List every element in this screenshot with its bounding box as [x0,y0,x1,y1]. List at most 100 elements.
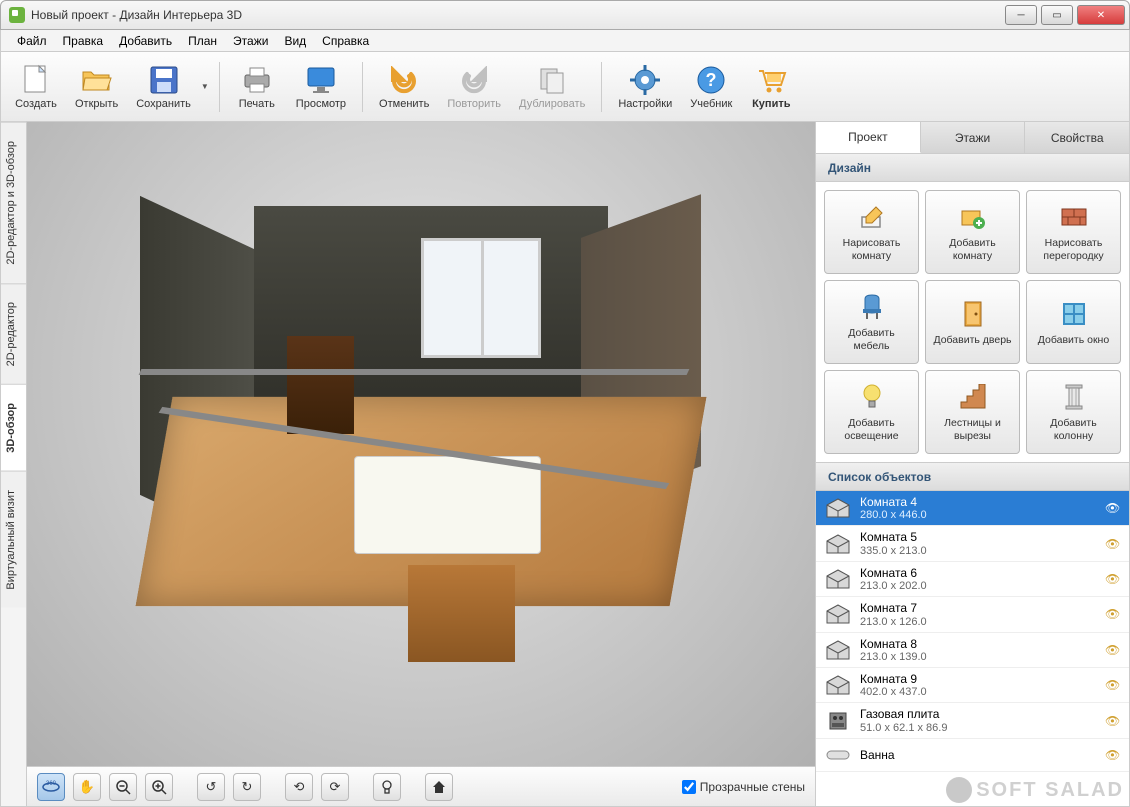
room-3d-scene [87,162,755,706]
object-dimensions: 213.0 x 139.0 [860,651,1105,663]
save-button[interactable]: Сохранить [130,60,197,114]
object-name: Газовая плита [860,707,1105,721]
object-row[interactable]: Комната 4280.0 x 446.0👁 [816,491,1129,526]
redo-button[interactable]: Повторить [441,60,507,114]
zoom-out-button[interactable] [109,773,137,801]
object-row[interactable]: Комната 9402.0 x 437.0👁 [816,668,1129,703]
tutorial-button[interactable]: ? Учебник [684,60,738,114]
column-icon [1058,381,1090,413]
object-row[interactable]: Комната 6213.0 x 202.0👁 [816,562,1129,597]
new-file-icon [20,64,52,96]
orbit-left-button[interactable]: ⟲ [285,773,313,801]
menu-add[interactable]: Добавить [111,32,180,50]
menu-floors[interactable]: Этажи [225,32,276,50]
add-lighting-button[interactable]: Добавить освещение [824,370,919,454]
visibility-eye-icon[interactable]: 👁 [1105,643,1121,657]
object-name: Комната 7 [860,601,1105,615]
create-button[interactable]: Создать [9,60,63,114]
vtab-2d-3d[interactable]: 2D-редактор и 3D-обзор [1,122,26,283]
pan-button[interactable]: ✋ [73,773,101,801]
object-name: Комната 8 [860,637,1105,651]
pencil-room-icon [856,201,888,233]
visibility-eye-icon[interactable]: 👁 [1105,748,1121,762]
menu-edit[interactable]: Правка [55,32,112,50]
menu-help[interactable]: Справка [314,32,377,50]
zoom-in-button[interactable] [145,773,173,801]
object-name: Ванна [860,748,1105,762]
undo-button[interactable]: Отменить [373,60,435,114]
printer-icon [241,64,273,96]
maximize-button[interactable]: ▭ [1041,5,1073,25]
draw-room-button[interactable]: Нарисовать комнату [824,190,919,274]
rotate-cw-button[interactable]: ↻ [233,773,261,801]
chair-icon [856,291,888,323]
settings-button[interactable]: Настройки [612,60,678,114]
visibility-eye-icon[interactable]: 👁 [1105,572,1121,586]
visibility-eye-icon[interactable]: 👁 [1105,678,1121,692]
toolbar-separator [362,62,363,112]
lightbulb-icon [856,381,888,413]
orbit-right-button[interactable]: ⟳ [321,773,349,801]
orbit-360-button[interactable]: 360 [37,773,65,801]
transparent-walls-input[interactable] [682,780,696,794]
save-icon [148,64,180,96]
rotate-ccw-button[interactable]: ↺ [197,773,225,801]
object-icon [824,743,852,767]
transparent-walls-checkbox[interactable]: Прозрачные стены [682,780,805,794]
print-button[interactable]: Печать [230,60,284,114]
menu-plan[interactable]: План [180,32,225,50]
buy-button[interactable]: Купить [744,60,798,114]
vtab-2d[interactable]: 2D-редактор [1,283,26,384]
stairs-cutouts-button[interactable]: Лестницы и вырезы [925,370,1020,454]
object-icon [824,602,852,626]
tab-floors[interactable]: Этажи [921,122,1026,153]
vtab-3d[interactable]: 3D-обзор [1,384,26,471]
save-dropdown-icon[interactable]: ▼ [201,82,209,91]
vtab-virtual[interactable]: Виртуальный визит [1,471,26,608]
object-list[interactable]: Комната 4280.0 x 446.0👁Комната 5335.0 x … [816,491,1129,806]
duplicate-button[interactable]: Дублировать [513,60,591,114]
object-name: Комната 5 [860,530,1105,544]
add-room-icon [957,201,989,233]
draw-partition-button[interactable]: Нарисовать перегородку [1026,190,1121,274]
add-column-button[interactable]: Добавить колонну [1026,370,1121,454]
right-tabs: Проект Этажи Свойства [816,122,1129,154]
add-door-button[interactable]: Добавить дверь [925,280,1020,364]
add-window-button[interactable]: Добавить окно [1026,280,1121,364]
menu-view[interactable]: Вид [276,32,314,50]
object-list-header: Список объектов [816,463,1129,491]
object-row[interactable]: Комната 7213.0 x 126.0👁 [816,597,1129,632]
viewport-toolbar: 360 ✋ ↺ ↻ ⟲ ⟳ Прозрачные стены [27,766,815,806]
window-buttons: ─ ▭ ✕ [1005,5,1129,25]
object-icon [824,673,852,697]
main-toolbar: Создать Открыть Сохранить ▼ Печать Просм… [0,52,1130,122]
toolbar-separator [219,62,220,112]
object-row[interactable]: Комната 5335.0 x 213.0👁 [816,526,1129,561]
close-button[interactable]: ✕ [1077,5,1125,25]
monitor-icon [305,64,337,96]
3d-viewport[interactable] [27,122,815,766]
visibility-eye-icon[interactable]: 👁 [1105,714,1121,728]
gear-icon [629,64,661,96]
tab-properties[interactable]: Свойства [1025,122,1129,153]
visibility-eye-icon[interactable]: 👁 [1105,501,1121,515]
tab-project[interactable]: Проект [816,122,921,153]
lighting-button[interactable] [373,773,401,801]
app-icon [9,7,25,23]
object-row[interactable]: Ванна👁 [816,739,1129,772]
menu-file[interactable]: Файл [9,32,55,50]
minimize-button[interactable]: ─ [1005,5,1037,25]
preview-button[interactable]: Просмотр [290,60,352,114]
add-furniture-button[interactable]: Добавить мебель [824,280,919,364]
object-row[interactable]: Комната 8213.0 x 139.0👁 [816,633,1129,668]
visibility-eye-icon[interactable]: 👁 [1105,537,1121,551]
stairs-icon [957,381,989,413]
home-view-button[interactable] [425,773,453,801]
object-name: Комната 6 [860,566,1105,580]
open-button[interactable]: Открыть [69,60,124,114]
svg-text:360: 360 [46,781,57,787]
visibility-eye-icon[interactable]: 👁 [1105,607,1121,621]
object-row[interactable]: Газовая плита51.0 x 62.1 x 86.9👁 [816,703,1129,738]
object-text: Комната 4280.0 x 446.0 [860,495,1105,521]
add-room-button[interactable]: Добавить комнату [925,190,1020,274]
